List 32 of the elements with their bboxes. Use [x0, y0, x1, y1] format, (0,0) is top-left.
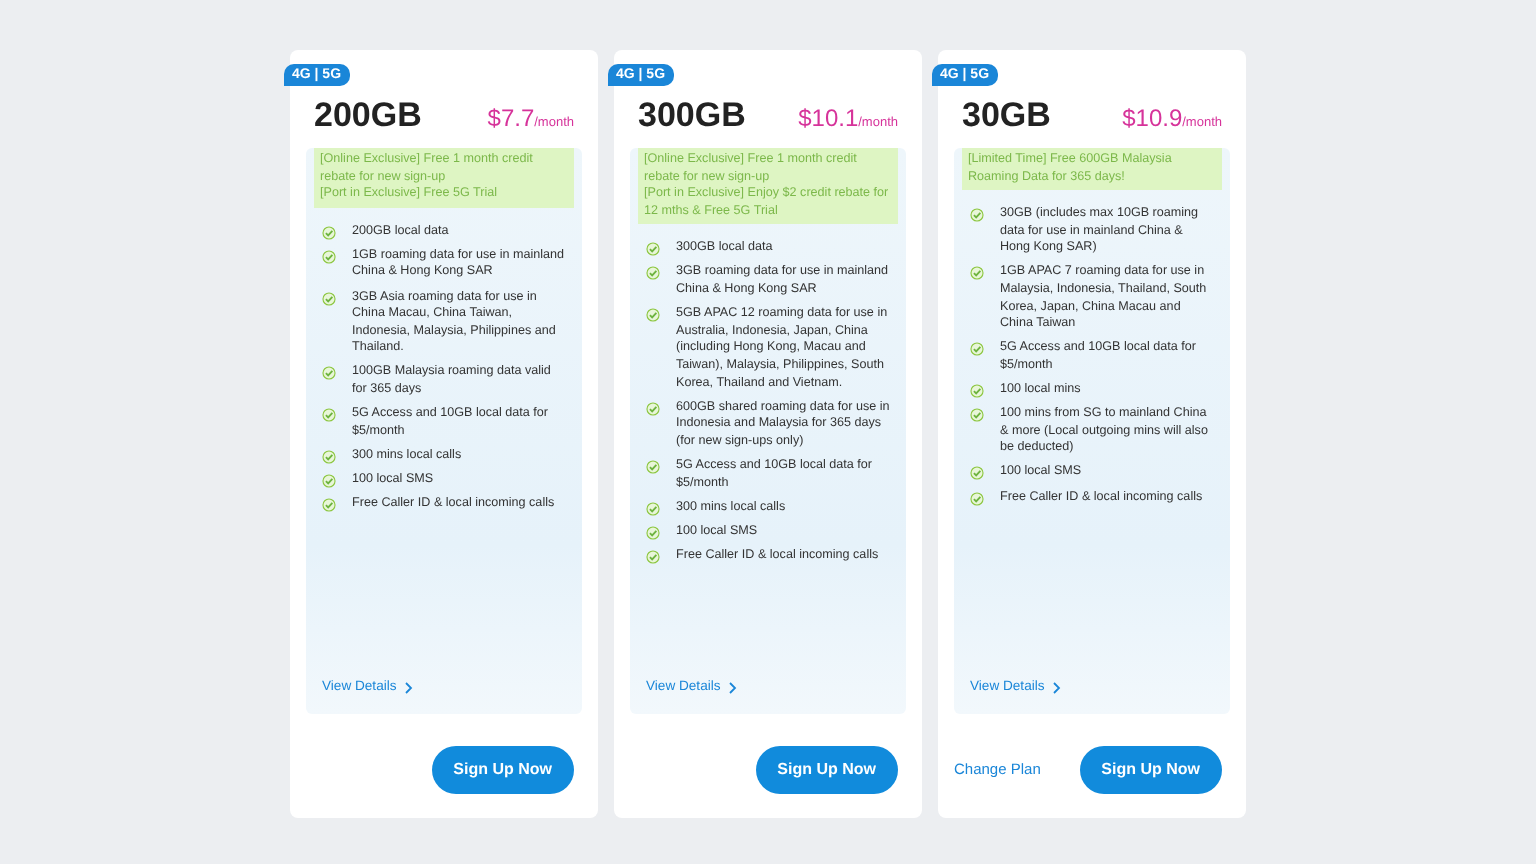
check-icon — [646, 242, 660, 257]
check-icon — [646, 266, 660, 281]
plan-data-amount: 30GB — [962, 98, 1051, 132]
sign-up-button[interactable]: Sign Up Now — [431, 746, 574, 794]
check-icon — [970, 266, 984, 281]
check-icon — [322, 449, 336, 464]
sign-up-button[interactable]: Sign Up Now — [1079, 746, 1222, 794]
check-icon — [322, 225, 336, 240]
check-icon — [322, 498, 336, 512]
check-icon — [646, 459, 660, 474]
plan-data-amount: 200GB — [314, 98, 422, 132]
chevron-icon — [728, 681, 739, 694]
check-icon — [970, 408, 984, 423]
check-icon — [970, 342, 984, 357]
check-icon — [322, 473, 336, 488]
check-icon — [970, 491, 984, 505]
check-icon — [322, 366, 336, 381]
plan-data-amount: 300GB — [638, 98, 746, 132]
check-icon — [646, 308, 660, 323]
chevron-icon — [1052, 681, 1063, 694]
check-icon — [970, 466, 984, 481]
check-icon — [322, 408, 336, 423]
check-icon — [970, 384, 984, 399]
check-icon — [646, 525, 660, 540]
check-icon — [646, 549, 660, 564]
check-icon — [322, 291, 336, 306]
check-icon — [646, 401, 660, 416]
chevron-icon — [404, 681, 415, 694]
check-icon — [646, 501, 660, 516]
check-icon — [970, 208, 984, 223]
check-icon — [322, 249, 336, 264]
sign-up-button[interactable]: Sign Up Now — [755, 746, 898, 794]
